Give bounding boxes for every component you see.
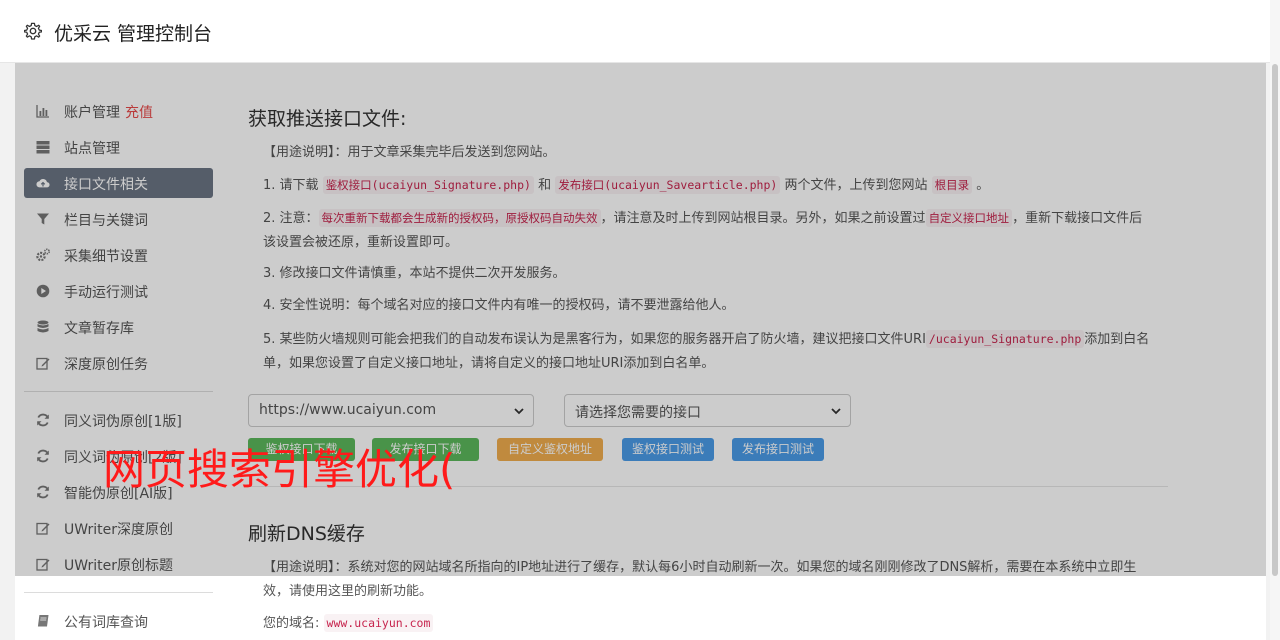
domain-row: 您的域名: www.ucaiyun.com [263,611,1153,636]
sidebar-divider [24,592,213,593]
domain-label: 您的域名: [263,616,320,631]
sidebar-item-label: 公有词库查询 [64,615,148,631]
book-icon [37,614,49,627]
top-bar: 优采云 管理控制台 [0,0,1270,63]
page-title: 优采云 管理控制台 [54,23,213,45]
sidebar-item-public-lexicon[interactable]: 公有词库查询 [24,606,213,636]
watermark-text: 网页搜索引擎优化( [103,445,456,494]
modal-overlay [15,63,1266,576]
domain-value: www.ucaiyun.com [323,614,434,632]
scrollbar-thumb[interactable] [1272,64,1278,576]
gear-icon [24,22,42,40]
